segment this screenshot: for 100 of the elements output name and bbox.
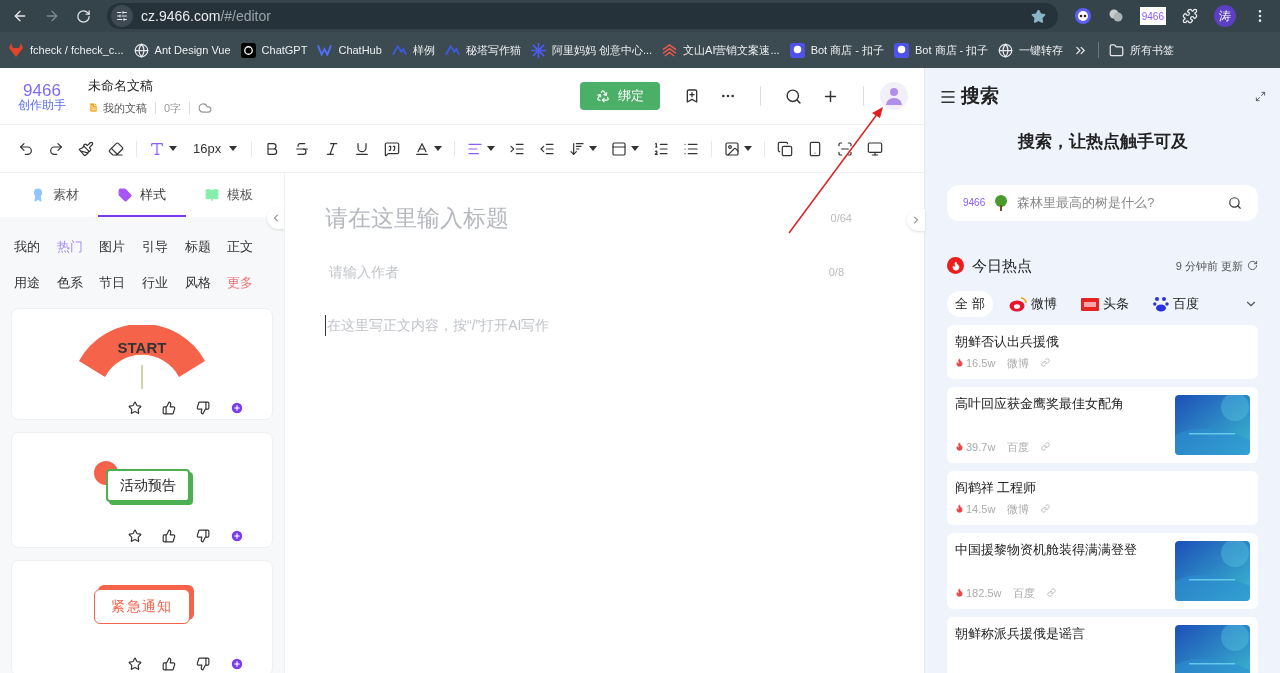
author-counter: 0/8 <box>828 264 844 280</box>
folder-link[interactable]: 我的文稿 <box>88 99 147 116</box>
recycle-icon <box>596 89 610 103</box>
globe-icon <box>998 42 1014 58</box>
heat-count: 39.7w <box>955 438 996 455</box>
fan-label: START <box>116 338 168 358</box>
doc-title[interactable]: 未命名文稿 <box>88 76 213 96</box>
panel-tab[interactable]: 样式 <box>98 175 186 217</box>
news-card[interactable]: 高叶回应获金鹰奖最佳女配角 39.7w 百度 <box>947 387 1258 463</box>
news-source: 百度 <box>1007 439 1030 455</box>
thumbs-up-icon[interactable] <box>162 401 176 415</box>
extensions-icon[interactable] <box>1182 8 1198 24</box>
caret-icon <box>744 146 753 151</box>
bookmark-link[interactable]: Ant Design Vue <box>133 41 231 59</box>
paw-icon <box>1152 296 1169 312</box>
site-info-button[interactable] <box>111 5 133 27</box>
extension-logo[interactable]: 9466 <box>1139 7 1166 25</box>
star-icon[interactable] <box>128 401 142 415</box>
source-tab[interactable]: 全 部 <box>947 291 993 317</box>
flame-icon <box>955 588 964 598</box>
expand-icon[interactable] <box>1255 91 1266 102</box>
bookmark-link[interactable]: fcheck / fcheck_c... <box>8 41 124 59</box>
category-tab[interactable]: 节日 <box>99 272 142 292</box>
refresh-icon[interactable] <box>1247 260 1258 272</box>
category-tab[interactable]: 引导 <box>142 237 185 257</box>
address-bar[interactable]: cz.9466.com/#/editor <box>107 3 1058 29</box>
news-card[interactable]: 阎鹤祥 工程师 14.5w 微博 <box>947 471 1258 525</box>
back-icon[interactable] <box>12 8 28 24</box>
flame-icon <box>950 260 961 271</box>
format-painter-icon <box>78 140 94 157</box>
bookmark-link[interactable]: 阿里妈妈 创意中心... <box>530 41 653 59</box>
heat-count: 14.5w <box>955 500 996 517</box>
redo-icon <box>48 140 64 157</box>
panel-tab[interactable]: 素材 <box>11 175 99 217</box>
heat-count: 182.5w <box>955 584 1002 601</box>
news-card[interactable]: 朝鲜否认出兵援俄 16.5w 微博 <box>947 325 1258 379</box>
category-tab[interactable]: 用途 <box>14 272 57 292</box>
underline-icon <box>354 140 371 157</box>
text-style-icon <box>149 140 165 157</box>
add-icon[interactable] <box>230 401 244 415</box>
bookmark-link[interactable]: ChatHub <box>317 41 382 59</box>
news-title: 朝鲜称派兵援俄是谣言 <box>955 626 1086 643</box>
thumbs-down-icon[interactable] <box>196 401 210 415</box>
star-icon[interactable] <box>128 529 142 543</box>
category-tab[interactable]: 色系 <box>56 272 100 292</box>
bookmark-link[interactable]: 一键转存 <box>998 41 1064 59</box>
caret-icon <box>589 146 598 151</box>
search-field[interactable]: 9466 森林里最高的树是什么? <box>947 184 1258 221</box>
news-card[interactable]: 朝鲜称派兵援俄是谣言 <box>947 617 1258 673</box>
forward-icon[interactable] <box>44 8 60 24</box>
weibo-icon <box>1008 296 1027 312</box>
thumbs-up-icon[interactable] <box>162 657 176 671</box>
bookmark-link[interactable]: 秘塔写作猫 <box>444 41 521 59</box>
source-tab[interactable]: 微博 <box>1000 291 1065 317</box>
category-tab[interactable]: 行业 <box>142 272 185 292</box>
bookmark-star-icon[interactable] <box>1030 8 1046 24</box>
news-card[interactable]: 中国援黎物资机舱装得满满登登 182.5w 百度 <box>947 533 1258 609</box>
ghost-extension-icon[interactable] <box>1073 7 1092 25</box>
bookmark-link[interactable]: 文山AI营销文案速... <box>662 41 780 59</box>
flame-icon <box>955 442 964 452</box>
category-tab[interactable]: 标题 <box>184 237 228 257</box>
spark-icon <box>530 42 546 58</box>
bookmark-link[interactable]: 样例 <box>391 41 435 59</box>
document-icon <box>88 102 99 114</box>
bookmark-link[interactable]: ChatGPT <box>240 41 308 59</box>
search-icon[interactable] <box>785 87 802 105</box>
category-tab[interactable]: 风格 <box>184 272 228 292</box>
user-avatar[interactable] <box>880 82 908 110</box>
bookmark-link[interactable]: Bot 商店 - 扣子 <box>894 41 989 59</box>
bookmark-link[interactable]: Bot 商店 - 扣子 <box>789 41 884 59</box>
search-icon[interactable] <box>1228 195 1242 210</box>
source-tab[interactable]: 百度 <box>1144 291 1207 317</box>
category-tab[interactable]: 正文 <box>227 237 270 257</box>
font-size-select[interactable]: 16px <box>185 134 246 163</box>
add-icon[interactable] <box>230 657 244 671</box>
template-card[interactable]: 活动预告 <box>11 432 273 548</box>
template-card[interactable]: START <box>11 308 273 420</box>
app-logo[interactable]: 9466 创作助手 <box>16 81 68 111</box>
knot-icon <box>240 42 256 58</box>
panel-title: 搜索 <box>961 84 999 109</box>
thumbs-down-icon[interactable] <box>196 529 210 543</box>
folder-icon <box>1109 42 1125 58</box>
thumbs-down-icon[interactable] <box>196 657 210 671</box>
image-icon <box>724 140 741 157</box>
all-bookmarks-link[interactable]: 所有书签 <box>1109 41 1175 59</box>
reload-icon[interactable] <box>76 8 91 24</box>
profile-avatar[interactable]: 涛 <box>1214 5 1236 27</box>
bot-icon <box>894 42 909 58</box>
add-bookmark-icon[interactable] <box>684 88 700 104</box>
category-tab[interactable]: 图片 <box>99 237 142 257</box>
source-tab[interactable]: 头条 <box>1072 291 1137 317</box>
thumbs-up-icon[interactable] <box>162 529 176 543</box>
add-icon[interactable] <box>230 529 244 543</box>
search-logo: 9466 <box>963 196 986 210</box>
flame-icon <box>955 504 964 514</box>
word-count: 0字 <box>164 100 182 116</box>
news-source: 微博 <box>1007 355 1030 371</box>
star-icon[interactable] <box>128 657 142 671</box>
cloud-extension-icon[interactable] <box>1107 8 1124 24</box>
category-tab[interactable]: 我的 <box>14 237 57 257</box>
